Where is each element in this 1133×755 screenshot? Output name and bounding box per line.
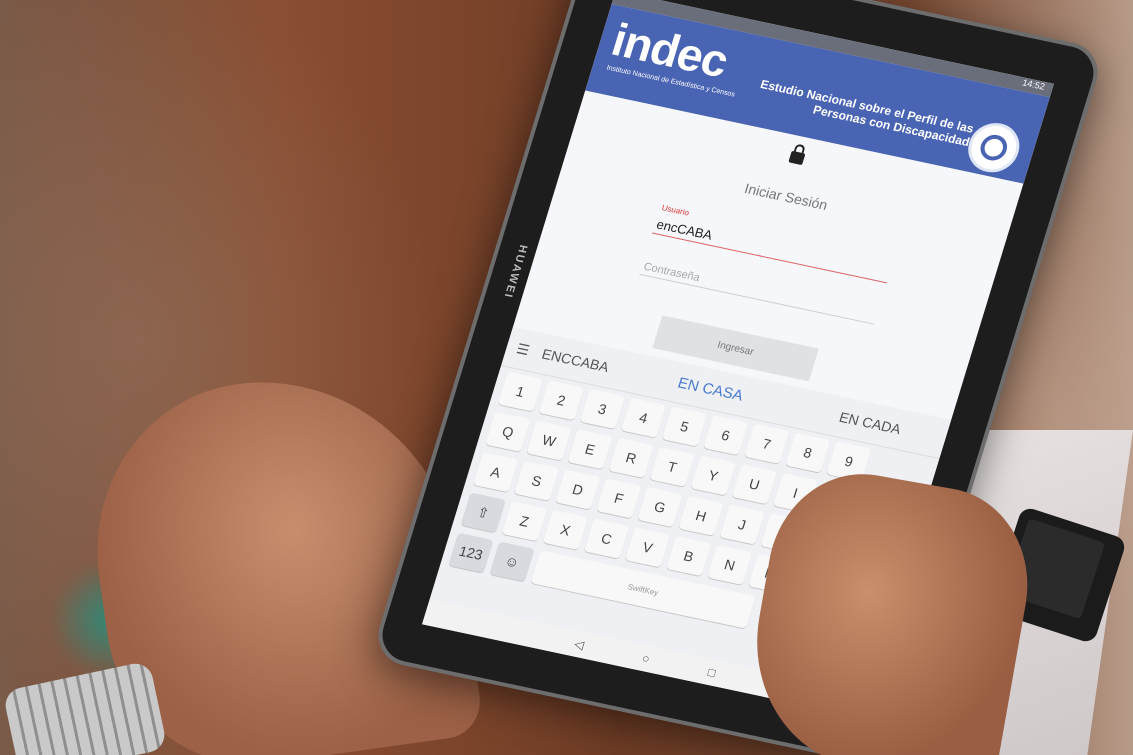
key[interactable]: T xyxy=(649,446,695,487)
key[interactable]: W xyxy=(526,420,572,461)
key[interactable]: B xyxy=(666,536,712,577)
background-scene: HUAWEI 14:52 indec Instituto Nacional de… xyxy=(0,0,1133,755)
shift-key-icon[interactable]: ⇧ xyxy=(460,492,506,533)
wristwatch xyxy=(2,660,168,755)
key[interactable]: Q xyxy=(485,411,531,452)
recents-icon[interactable]: □ xyxy=(706,665,717,680)
status-time: 14:52 xyxy=(1021,77,1047,92)
key[interactable]: S xyxy=(514,460,560,501)
key[interactable]: U xyxy=(731,464,778,505)
key[interactable]: 1 xyxy=(497,371,543,412)
key[interactable]: 6 xyxy=(703,415,749,456)
back-icon[interactable]: ◁ xyxy=(573,637,586,652)
key[interactable]: 4 xyxy=(620,397,667,438)
number-mode-key[interactable]: 123 xyxy=(448,532,494,573)
key[interactable]: Y xyxy=(690,455,736,496)
key[interactable]: F xyxy=(596,478,642,519)
suggestion-item[interactable]: EN CASA xyxy=(676,375,745,405)
suggestion-item[interactable]: EN CADA xyxy=(837,409,903,437)
key[interactable]: D xyxy=(555,469,601,510)
menu-icon[interactable]: ☰ xyxy=(514,340,532,359)
key[interactable]: E xyxy=(567,429,613,470)
header-banner: indec Instituto Nacional de Estadística … xyxy=(585,4,1050,184)
key[interactable]: R xyxy=(608,438,654,479)
emoji-key-icon[interactable]: ☺ xyxy=(489,541,535,582)
key[interactable]: C xyxy=(583,518,630,559)
lock-icon xyxy=(788,150,806,166)
key[interactable]: 2 xyxy=(538,380,584,421)
key[interactable]: X xyxy=(542,509,589,551)
suggestion-item[interactable]: ENCCABA xyxy=(540,346,611,375)
key[interactable]: V xyxy=(625,527,671,568)
key[interactable]: G xyxy=(637,487,683,528)
keyboard-brand: SwiftKey xyxy=(626,581,660,597)
key[interactable]: 8 xyxy=(785,432,831,473)
key[interactable]: Z xyxy=(501,501,547,542)
key[interactable]: A xyxy=(473,452,519,493)
key[interactable]: J xyxy=(719,504,765,545)
key[interactable]: N xyxy=(707,544,753,585)
key[interactable]: 5 xyxy=(661,406,708,447)
study-title: Estudio Nacional sobre el Perfil de las … xyxy=(758,77,976,150)
key[interactable]: 7 xyxy=(744,423,790,465)
key[interactable]: H xyxy=(678,495,724,536)
home-icon[interactable]: ○ xyxy=(640,651,651,666)
key[interactable]: 3 xyxy=(579,388,626,430)
